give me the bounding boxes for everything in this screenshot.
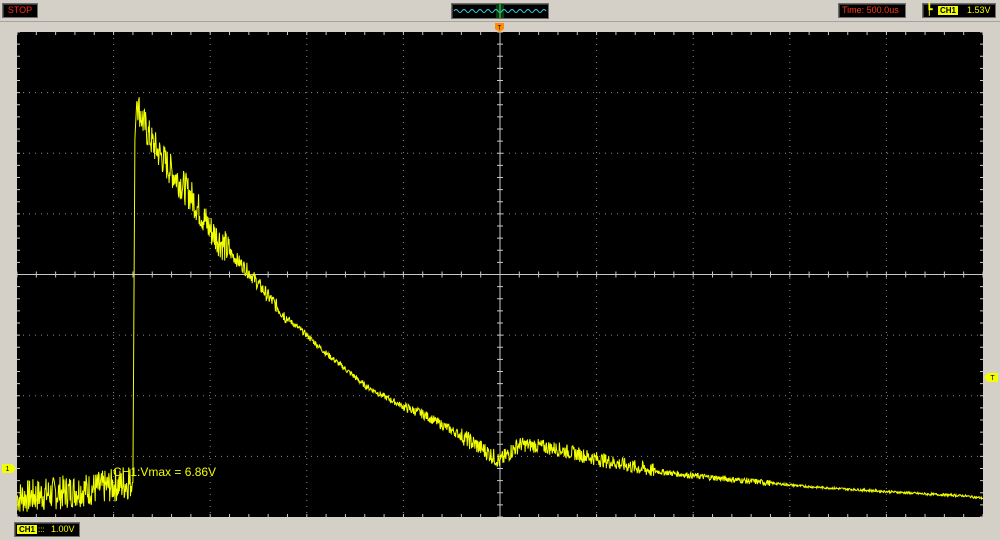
trigger-level-value: 1.53V: [967, 5, 991, 15]
ch1-volts-per-div: 1.00V: [51, 524, 75, 534]
timebase-readout[interactable]: Time: 500.0us: [838, 3, 906, 18]
ch1-scale-readout[interactable]: CH1 ::: 1.00V: [14, 522, 80, 537]
bottom-status-bar: CH1 ::: 1.00V: [0, 519, 1000, 540]
rising-edge-icon: ┡: [926, 4, 933, 16]
waveform-overview-icon: [453, 4, 547, 18]
grid: [17, 32, 983, 517]
dc-coupling-icon: :::: [38, 525, 45, 534]
ch1-ground-marker[interactable]: 1: [2, 464, 16, 473]
ch1-ground-marker-label: 1: [6, 466, 10, 473]
run-state-label: STOP: [7, 5, 33, 15]
trigger-level-marker-label: T: [990, 375, 995, 382]
trigger-readout[interactable]: ┡ CH1 1.53V: [922, 3, 996, 18]
vmax-measurement: CH1:Vmax = 6.86V: [113, 465, 217, 479]
trigger-channel-tag: CH1: [938, 6, 959, 15]
trigger-position-marker[interactable]: T: [495, 23, 504, 32]
trigger-level-marker[interactable]: T: [984, 373, 998, 382]
timebase-label: Time: 500.0us: [842, 5, 899, 15]
top-status-bar: STOP Time: 500.0us ┡ CH1 1.53V: [0, 0, 1000, 22]
waveform-plot: [17, 32, 983, 517]
waveform-display[interactable]: [17, 32, 983, 517]
ch1-channel-tag: CH1: [17, 525, 38, 534]
waveform-overview-strip[interactable]: [451, 3, 549, 19]
trigger-position-marker-label: T: [498, 26, 502, 32]
run-stop-button[interactable]: STOP: [2, 3, 38, 18]
